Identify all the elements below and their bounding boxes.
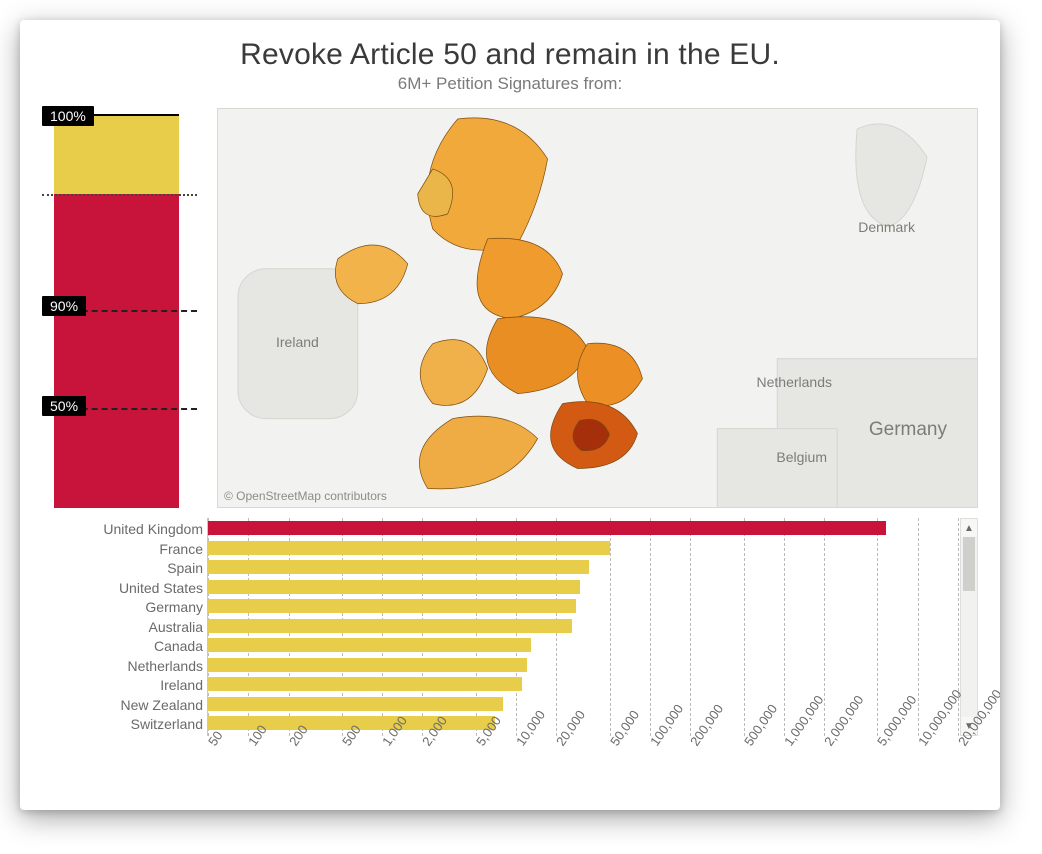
bar[interactable] [208,677,522,691]
bar-label: Germany [145,598,203,616]
scroll-thumb[interactable] [963,537,975,591]
bar-label: New Zealand [121,696,204,714]
bar[interactable] [208,638,531,652]
bar-label: Canada [154,637,203,655]
bar-label: United Kingdom [103,520,203,538]
pct-label-50: 50% [42,396,86,416]
bar-label: Ireland [160,676,203,694]
bar[interactable] [208,697,503,711]
stack-gridline [42,194,197,196]
bar-label: Netherlands [128,657,204,675]
axis-labels: 501002005001,0002,0005,00010,00020,00050… [207,740,956,800]
scroll-up-button[interactable]: ▲ [961,519,977,537]
bar[interactable] [208,619,572,633]
x-gridline [877,518,878,736]
page-title: Revoke Article 50 and remain in the EU. [42,38,978,72]
stack-uk-share [54,194,179,508]
map-svg [218,109,977,508]
map-label-germany: Germany [869,419,947,441]
bar-label: United States [119,579,203,597]
map-label-denmark: Denmark [858,219,915,235]
bar[interactable] [208,599,576,613]
bar[interactable] [208,541,610,555]
bar-label: France [159,540,203,558]
x-gridline [690,518,691,736]
bar[interactable] [208,580,580,594]
bar-label: Spain [167,559,203,577]
map-label-belgium: Belgium [776,449,827,465]
dashboard-card: Revoke Article 50 and remain in the EU. … [20,20,1000,810]
stacked-share-chart[interactable]: 100% 90% 50% [42,108,207,508]
pct-label-90: 90% [42,296,86,316]
bar[interactable] [208,560,589,574]
choropleth-map[interactable]: Ireland Denmark Netherlands Belgium Germ… [217,108,978,508]
bar-scrollbar[interactable]: ▲ ▼ [960,518,978,736]
bar-label: Australia [149,618,203,636]
pct-label-100: 100% [42,106,94,126]
bar-labels: United Kingdom FranceSpain United StatesGe… [42,518,207,736]
x-gridline [610,518,611,736]
x-gridline [744,518,745,736]
bar[interactable] [208,521,886,535]
x-gridline [650,518,651,736]
map-label-netherlands: Netherlands [757,374,833,390]
x-gridline [784,518,785,736]
map-label-ireland: Ireland [276,334,319,350]
bar-plot [207,518,956,736]
map-attribution: © OpenStreetMap contributors [224,489,387,503]
country-bar-chart[interactable]: United Kingdom FranceSpain United StatesGe… [42,518,978,810]
page-subtitle: 6M+ Petition Signatures from: [42,74,978,94]
bar-label: Switzerland [131,715,203,733]
bar[interactable] [208,658,527,672]
upper-row: 100% 90% 50% [42,108,978,508]
